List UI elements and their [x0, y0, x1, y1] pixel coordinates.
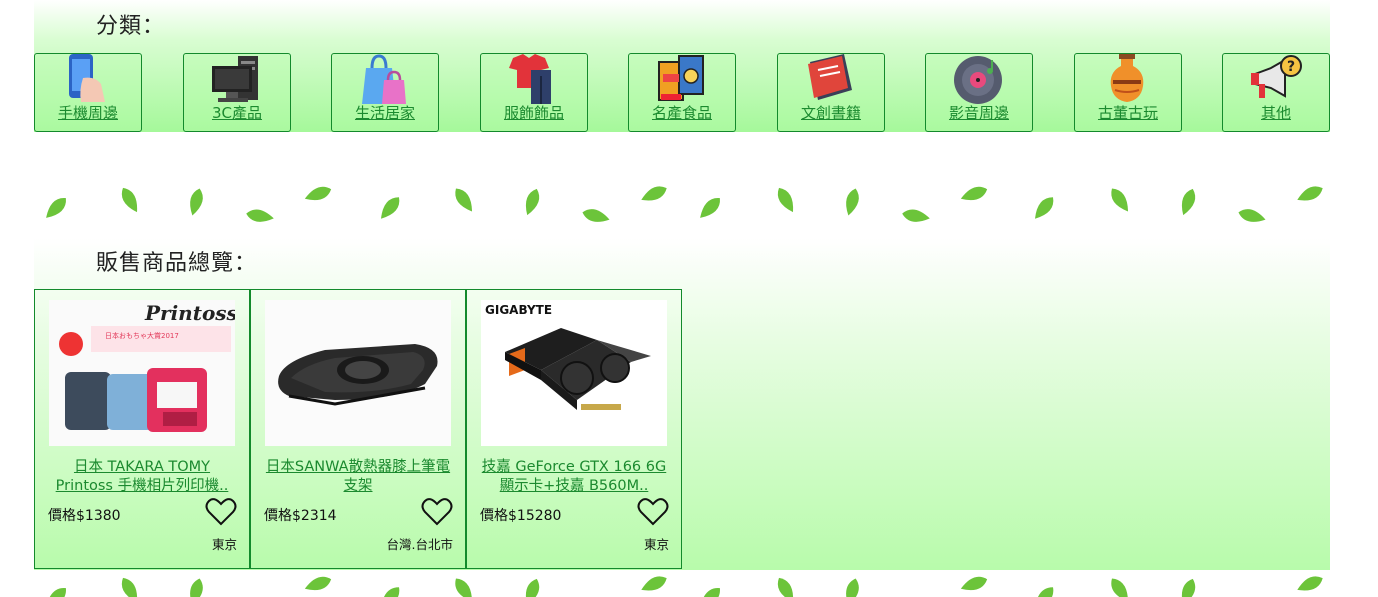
category-label: 服飾飾品: [503, 104, 564, 122]
vinyl-record-icon: [954, 56, 1002, 104]
category-media-accessories[interactable]: 影音周邊: [925, 53, 1033, 132]
product-location: 台灣.台北市: [386, 537, 453, 552]
products-heading: 販售商品總覽：: [96, 251, 258, 276]
award-caption-text: 日本おもちゃ大賞2017: [105, 331, 179, 340]
category-label: 3C產品: [211, 104, 263, 122]
category-books-creative[interactable]: 文創書籍: [777, 53, 885, 132]
categories-heading: 分類：: [96, 14, 166, 39]
category-phone-accessories[interactable]: 手機周邊: [34, 53, 142, 132]
heart-favorite-icon[interactable]: [421, 497, 453, 527]
heart-favorite-icon[interactable]: [205, 497, 237, 527]
category-label: 手機周邊: [57, 104, 118, 122]
snack-packages-icon: [658, 55, 704, 101]
shopping-bags-icon: [362, 54, 406, 104]
printoss-logo-text: Printoss: [144, 301, 235, 325]
product-card[interactable]: 日本SANWA散熱器膝上筆電支架 價格$2314 台灣.台北市: [250, 289, 466, 569]
heart-favorite-icon[interactable]: [637, 497, 669, 527]
laptop-cooling-pad-image[interactable]: [265, 300, 451, 446]
product-title-link[interactable]: 日本SANWA散熱器膝上筆電支架: [261, 458, 455, 496]
category-list: 手機周邊 3C產品 生活居家 服飾飾品 名產食品 文創書籍 影音周邊 古董古玩 …: [34, 53, 1330, 132]
category-label: 影音周邊: [948, 104, 1009, 122]
antique-vase-icon: [1110, 54, 1144, 102]
desktop-computer-icon: [212, 56, 258, 102]
category-label: 文創書籍: [800, 104, 861, 122]
category-home-living[interactable]: 生活居家: [331, 53, 439, 132]
product-title-link[interactable]: 技嘉 GeForce GTX 166 6G 顯示卡+技嘉 B560M..: [477, 458, 671, 496]
product-location: 東京: [643, 537, 669, 552]
clothes-icon: [509, 54, 551, 104]
product-price: 價格$2314: [264, 508, 337, 524]
product-title-link[interactable]: 日本 TAKARA TOMY Printoss 手機相片列印機..: [45, 458, 239, 496]
megaphone-question-icon: ?: [1251, 55, 1302, 98]
category-3c-products[interactable]: 3C產品: [183, 53, 291, 132]
category-label: 其他: [1260, 104, 1291, 122]
category-label: 生活居家: [354, 104, 415, 122]
product-card[interactable]: Printoss 日本おもちゃ大賞2017 日本 TAKARA TOMY Pri…: [34, 289, 250, 569]
category-antiques[interactable]: 古董古玩: [1074, 53, 1182, 132]
phone-in-hand-icon: [69, 54, 105, 102]
category-clothing-accessories[interactable]: 服飾飾品: [480, 53, 588, 132]
category-label: 名產食品: [651, 104, 712, 122]
product-price: 價格$1380: [48, 508, 121, 524]
category-others[interactable]: ? 其他: [1222, 53, 1330, 132]
gigabyte-gpu-image[interactable]: GIGABYTE: [481, 300, 667, 446]
leaf-divider-decoration-bottom: [34, 568, 1330, 597]
svg-text:?: ?: [1287, 59, 1295, 75]
leaf-divider-decoration: [41, 182, 1326, 226]
product-location: 東京: [211, 537, 237, 552]
category-label: 古董古玩: [1097, 104, 1158, 122]
gigabyte-logo-text: GIGABYTE: [485, 303, 552, 317]
printoss-printer-image[interactable]: Printoss 日本おもちゃ大賞2017: [49, 300, 235, 446]
product-card[interactable]: GIGABYTE 技嘉 GeForce GTX 166 6G 顯示卡+技嘉 B5…: [466, 289, 682, 569]
books-icon: [808, 54, 852, 100]
category-specialty-food[interactable]: 名產食品: [628, 53, 736, 132]
product-price: 價格$15280: [480, 508, 562, 524]
